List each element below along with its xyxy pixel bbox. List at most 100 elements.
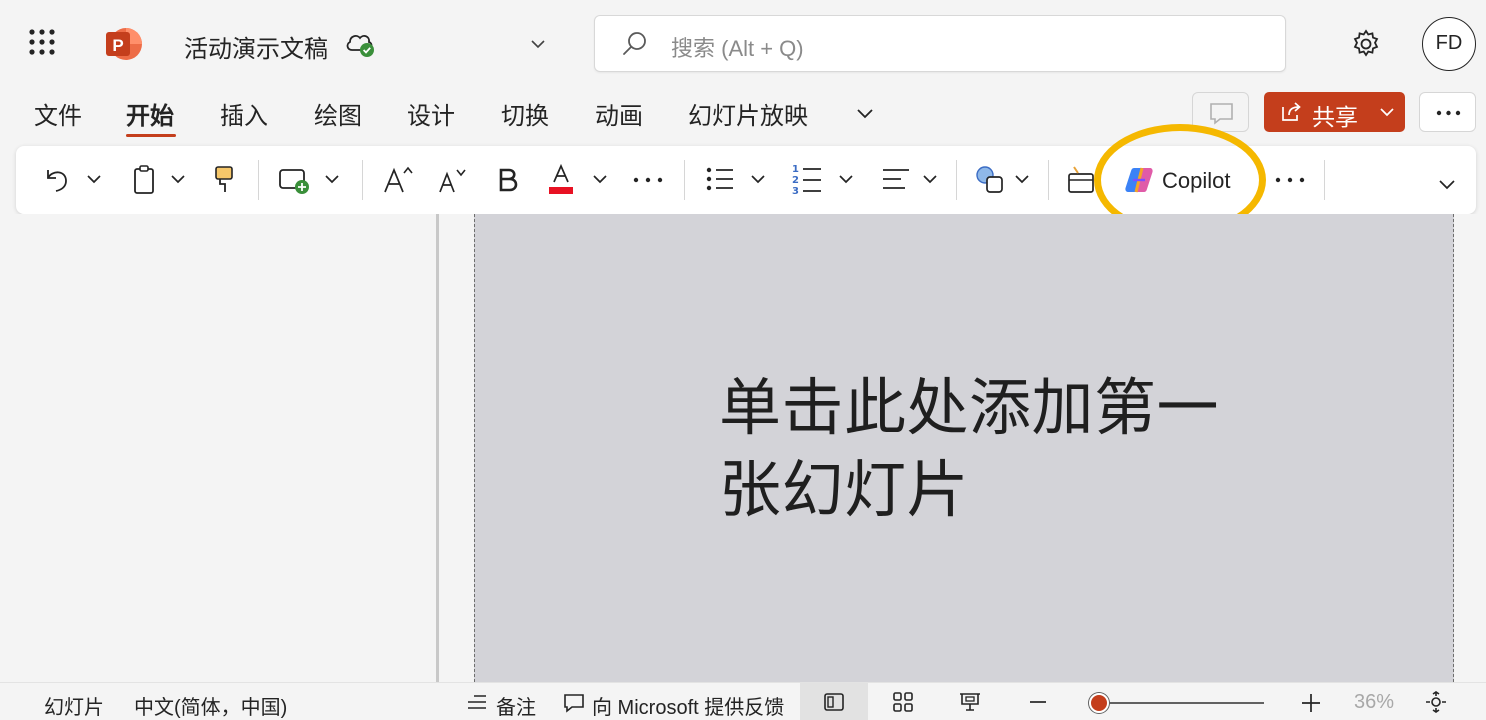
- slide-title-placeholder[interactable]: 单击此处添加第一 张幻灯片: [719, 368, 1239, 532]
- tab-file[interactable]: 文件: [34, 96, 82, 131]
- chevron-down-icon: [87, 175, 101, 184]
- undo-button[interactable]: [40, 146, 110, 214]
- presenter-view-icon[interactable]: [958, 691, 982, 718]
- zoom-slider-thumb[interactable]: [1089, 693, 1109, 713]
- numbering-button[interactable]: 123: [790, 146, 860, 214]
- status-bar: 幻灯片 中文(简体，中国) 备注 向 Microsoft 提供反馈 36%: [0, 682, 1486, 720]
- more-font-options-button[interactable]: [630, 146, 666, 214]
- chevron-down-icon: [171, 175, 185, 184]
- more-tabs-chevron-icon[interactable]: [854, 104, 876, 124]
- powerpoint-logo: P: [104, 26, 144, 62]
- tab-design[interactable]: 设计: [407, 96, 455, 131]
- comments-button[interactable]: [1192, 92, 1249, 132]
- slide-indicator: 幻灯片: [44, 697, 104, 719]
- chevron-down-icon: [1015, 175, 1029, 184]
- slide-sorter-icon[interactable]: [892, 691, 914, 718]
- chevron-down-icon: [593, 175, 607, 184]
- shapes-icon: [976, 166, 1003, 193]
- designer-button[interactable]: [1064, 146, 1098, 214]
- new-slide-button[interactable]: [276, 146, 346, 214]
- numbering-icon: 123: [792, 164, 821, 196]
- shapes-button[interactable]: [974, 146, 1038, 214]
- slide[interactable]: 单击此处添加第一 张幻灯片: [474, 214, 1454, 682]
- share-button[interactable]: 共享: [1264, 92, 1405, 132]
- font-color-icon: [549, 163, 573, 194]
- tab-home[interactable]: 开始: [126, 96, 174, 131]
- bold-button[interactable]: [494, 146, 522, 214]
- chevron-down-icon: [325, 175, 339, 184]
- copilot-label: Copilot: [1162, 168, 1231, 193]
- more-icon: [1436, 110, 1461, 116]
- document-title[interactable]: 活动演示文稿: [184, 29, 328, 64]
- more-icon: [633, 177, 663, 183]
- zoom-slider-track[interactable]: [1098, 702, 1264, 704]
- copilot-button[interactable]: Copilot: [1120, 158, 1256, 202]
- zoom-in-icon[interactable]: [1300, 692, 1322, 719]
- tab-transitions[interactable]: 切换: [501, 96, 549, 131]
- paste-button[interactable]: [128, 146, 194, 214]
- tab-insert[interactable]: 插入: [220, 96, 268, 131]
- decrease-font-button[interactable]: [436, 146, 470, 214]
- slide-title-line-2: 张幻灯片: [719, 456, 970, 525]
- zoom-percentage[interactable]: 36%: [1354, 691, 1394, 714]
- avatar[interactable]: FD: [1422, 17, 1476, 71]
- svg-text:3: 3: [792, 186, 799, 196]
- separator: [1324, 160, 1325, 200]
- bullets-icon: [706, 167, 733, 191]
- search-input[interactable]: 搜索 (Alt + Q): [671, 31, 804, 63]
- separator: [684, 160, 685, 200]
- fit-to-window-icon[interactable]: [1424, 690, 1448, 719]
- slide-title-line-1: 单击此处添加第一: [719, 374, 1220, 443]
- format-painter-button[interactable]: [210, 146, 240, 214]
- share-label: 共享: [1312, 104, 1358, 130]
- increase-font-button[interactable]: [382, 146, 416, 214]
- chevron-down-icon: [751, 175, 765, 184]
- increase-font-icon: [384, 166, 413, 193]
- align-icon: [883, 169, 909, 189]
- tab-slideshow[interactable]: 幻灯片放映: [688, 96, 808, 131]
- bold-icon: [499, 168, 518, 192]
- zoom-out-icon[interactable]: [1028, 692, 1048, 717]
- clipboard-icon: [134, 165, 154, 194]
- search-icon: [621, 30, 649, 58]
- svg-text:P: P: [112, 36, 123, 55]
- chevron-down-icon: [839, 175, 853, 184]
- format-painter-icon: [215, 166, 233, 192]
- active-tab-indicator: [126, 134, 176, 137]
- comment-icon: [1210, 103, 1233, 125]
- copilot-icon: [1125, 167, 1153, 193]
- chevron-down-icon: [923, 175, 937, 184]
- cloud-saved-icon[interactable]: [344, 30, 378, 58]
- tab-draw[interactable]: 绘图: [314, 96, 362, 131]
- chevron-down-icon[interactable]: [528, 34, 548, 54]
- slide-thumbnails-pane[interactable]: [0, 214, 437, 682]
- language-indicator[interactable]: 中文(简体，中国): [134, 691, 287, 720]
- expand-ribbon-button[interactable]: [1436, 146, 1460, 214]
- align-button[interactable]: [880, 146, 954, 214]
- more-ribbon-options-button[interactable]: [1272, 146, 1308, 214]
- separator: [956, 160, 957, 200]
- bullets-button[interactable]: [704, 146, 774, 214]
- feedback-icon: [562, 692, 586, 719]
- waffle-icon[interactable]: [28, 28, 56, 56]
- normal-view-button[interactable]: [800, 683, 868, 720]
- gear-icon[interactable]: [1350, 28, 1382, 60]
- svg-text:2: 2: [792, 175, 799, 186]
- notes-icon: [466, 693, 488, 718]
- share-icon: [1282, 102, 1301, 121]
- tab-animations[interactable]: 动画: [595, 96, 643, 131]
- chevron-down-icon: [1439, 180, 1455, 190]
- feedback-button[interactable]: 向 Microsoft 提供反馈: [592, 691, 784, 720]
- separator: [362, 160, 363, 200]
- new-slide-icon: [279, 169, 309, 194]
- title-bar: P 活动演示文稿 搜索 (Alt + Q) FD: [0, 0, 1486, 88]
- more-options-button[interactable]: [1419, 92, 1476, 132]
- font-color-button[interactable]: [546, 146, 612, 214]
- search-box[interactable]: 搜索 (Alt + Q): [594, 15, 1286, 72]
- ribbon-tabs: 文件 开始 插入 绘图 设计 切换 动画 幻灯片放映: [0, 88, 1000, 140]
- notes-button[interactable]: 备注: [496, 691, 536, 720]
- decrease-font-icon: [439, 169, 466, 193]
- svg-text:1: 1: [792, 164, 799, 175]
- normal-view-icon: [824, 693, 844, 711]
- separator: [258, 160, 259, 200]
